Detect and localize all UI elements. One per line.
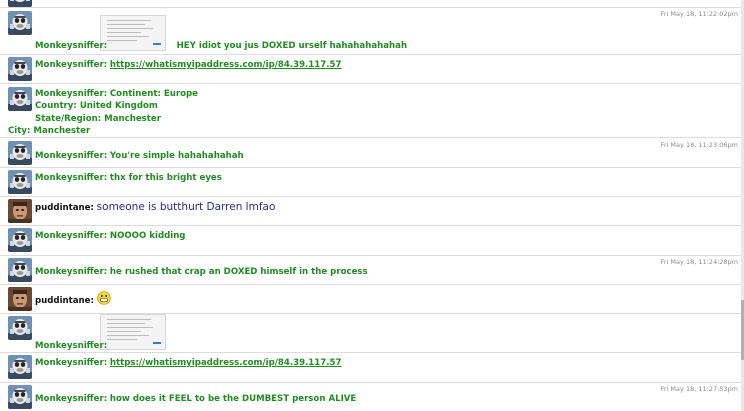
chat-feed[interactable]: Fri May 18, 11:22:02pm Monkeysniffer: HE… (0, 0, 741, 411)
puddintane-avatar[interactable] (8, 287, 32, 311)
username[interactable]: Monkeysniffer: (35, 173, 107, 183)
username[interactable]: Monkeysniffer: (35, 41, 107, 51)
message-link[interactable]: https://whatismyipaddress.com/ip/84.39.1… (110, 60, 342, 70)
message-timestamp: Fri May 18, 11:22:02pm (660, 10, 738, 18)
chat-message (0, 0, 741, 8)
chat-message: Fri May 18, 11:24:28pm Monkeysniffer: he… (0, 256, 741, 285)
chat-message: Monkeysniffer: NOOOO kidding (0, 226, 741, 256)
message-text: State/Region: Manchester (35, 114, 161, 124)
chat-message: Fri May 18, 11:23:06pm Monkeysniffer: Yo… (0, 138, 741, 168)
monkeysniffer-avatar[interactable] (8, 87, 32, 111)
chat-message: Monkeysniffer: Continent: Europe Country… (0, 84, 741, 138)
username[interactable]: Monkeysniffer: (35, 231, 107, 241)
monkeysniffer-avatar[interactable] (8, 316, 32, 340)
message-text: HEY idiot you jus DOXED urself hahahahah… (176, 41, 408, 51)
username[interactable]: Monkeysniffer: (35, 358, 107, 368)
message-timestamp: Fri May 18, 11:27:53pm (660, 385, 738, 393)
username[interactable]: puddintane: (35, 203, 94, 213)
monkeysniffer-avatar[interactable] (8, 141, 32, 165)
chat-message: Fri May 18, 11:27:53pm Monkeysniffer: ho… (0, 383, 741, 411)
username[interactable]: Monkeysniffer: (35, 394, 107, 404)
message-text: how does it FEEL to be the DUMBEST perso… (109, 394, 357, 404)
username[interactable]: Monkeysniffer: (35, 89, 107, 99)
monkeysniffer-avatar[interactable] (8, 258, 32, 282)
grinning-face-icon (96, 291, 111, 310)
message-text: You're simple hahahahahah (109, 151, 244, 161)
message-text: City: Manchester (8, 126, 91, 136)
message-text: NOOOO kidding (109, 231, 186, 241)
message-text: he rushed that crap an DOXED himself in … (109, 267, 368, 277)
chat-message: Monkeysniffer: thx for this bright eyes (0, 168, 741, 197)
message-text: thx for this bright eyes (109, 173, 222, 183)
username[interactable]: Monkeysniffer: (35, 151, 107, 161)
chat-message: Fri May 18, 11:22:02pm Monkeysniffer: HE… (0, 8, 741, 55)
message-text: Continent: Europe (109, 89, 198, 99)
monkeysniffer-avatar[interactable] (8, 228, 32, 252)
username[interactable]: puddintane: (35, 296, 94, 306)
message-timestamp: Fri May 18, 11:23:06pm (660, 141, 738, 149)
monkeysniffer-avatar[interactable] (8, 385, 32, 409)
message-text: someone is butthurt Darren lmfao (96, 201, 276, 213)
message-link[interactable]: https://whatismyipaddress.com/ip/84.39.1… (110, 358, 342, 368)
message-timestamp: Fri May 18, 11:24:28pm (660, 258, 738, 266)
username[interactable]: Monkeysniffer: (35, 267, 107, 277)
monkeysniffer-avatar[interactable] (8, 355, 32, 379)
screenshot-thumbnail[interactable] (100, 314, 166, 350)
chat-message: puddintane: someone is butthurt Darren l… (0, 197, 741, 226)
monkeysniffer-avatar[interactable] (8, 170, 32, 194)
monkeysniffer-avatar[interactable] (8, 0, 32, 7)
puddintane-avatar[interactable] (8, 199, 32, 223)
chat-message: Monkeysniffer: (0, 314, 741, 353)
chat-message: Monkeysniffer: https://whatismyipaddress… (0, 55, 741, 84)
monkeysniffer-avatar[interactable] (8, 11, 32, 35)
chat-message: Monkeysniffer: https://whatismyipaddress… (0, 353, 741, 383)
username[interactable]: Monkeysniffer: (35, 341, 107, 351)
monkeysniffer-avatar[interactable] (8, 57, 32, 81)
chat-message: puddintane: (0, 285, 741, 314)
message-text: Country: United Kingdom (35, 101, 158, 111)
username[interactable]: Monkeysniffer: (35, 60, 107, 70)
